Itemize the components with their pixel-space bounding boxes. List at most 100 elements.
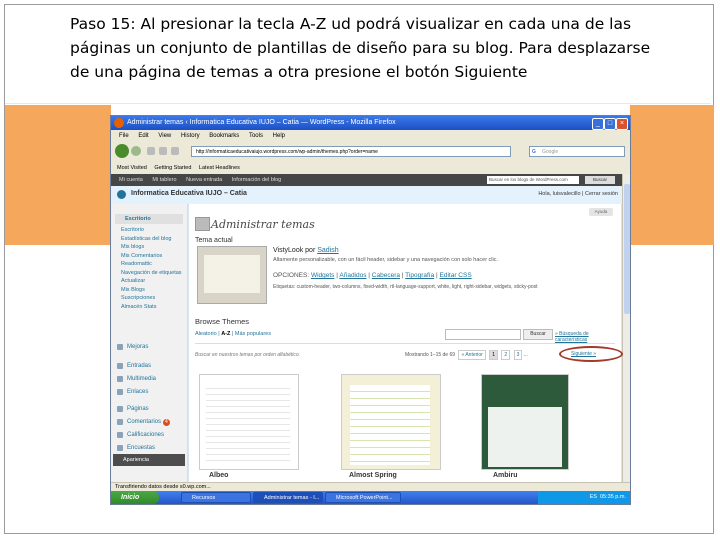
theme-options: OPCIONES: Widgets | Añadidos | Cabecera … bbox=[273, 272, 472, 279]
theme-name-albeo[interactable]: Albeo bbox=[209, 472, 228, 479]
page-2[interactable]: 2 bbox=[501, 350, 511, 360]
menu-bookmarks[interactable]: Bookmarks bbox=[209, 133, 239, 139]
theme-name-almost-spring[interactable]: Almost Spring bbox=[349, 472, 397, 479]
scrollbar-thumb[interactable] bbox=[624, 184, 630, 314]
tab-a-z[interactable]: A-Z bbox=[221, 331, 230, 337]
divider bbox=[195, 343, 615, 344]
sidebar-subitem[interactable]: Escritorio bbox=[121, 226, 183, 235]
browse-themes-heading: Browse Themes bbox=[195, 317, 250, 326]
feature-search-link[interactable]: » Búsqueda de características bbox=[555, 331, 621, 343]
previous-button[interactable]: « Anterior bbox=[458, 350, 486, 360]
page-1[interactable]: 1 bbox=[489, 350, 499, 360]
page-title: Administrar temas bbox=[211, 218, 315, 231]
address-bar[interactable]: http://informaticaeducativaiujo.wordpres… bbox=[191, 146, 511, 157]
sidebar-subitem[interactable]: Almacén Stats bbox=[121, 303, 183, 312]
stop-icon[interactable] bbox=[159, 147, 167, 155]
theme-thumbnail-almost-spring[interactable] bbox=[341, 374, 441, 470]
user-greeting[interactable]: Hola, luisvalecillo | Cerrar sesión bbox=[538, 191, 618, 197]
sidebar-item-appearance[interactable]: Apariencia bbox=[113, 454, 185, 466]
option-edit-css-link[interactable]: Editar CSS bbox=[440, 272, 472, 279]
sidebar-item-entradas[interactable]: Entradas bbox=[115, 361, 183, 371]
start-button[interactable]: Inicio bbox=[111, 491, 159, 504]
wp-header: Informatica Educativa IUJO – Catia Hola,… bbox=[111, 186, 622, 205]
sidebar-item-paginas[interactable]: Páginas bbox=[115, 404, 183, 414]
sidebar-subitem[interactable]: Mis Blogs bbox=[121, 286, 183, 295]
wp-search-button[interactable]: Buscar bbox=[585, 176, 615, 184]
option-header-link[interactable]: Cabecera bbox=[372, 272, 400, 279]
taskbar-item-recursos[interactable]: Recursos bbox=[181, 492, 251, 503]
bookmark-latest-headlines[interactable]: Latest Headlines bbox=[199, 165, 240, 171]
menu-tools[interactable]: Tools bbox=[249, 133, 263, 139]
comment-count-badge: 4 bbox=[163, 419, 170, 426]
taskbar-item-firefox[interactable]: Administrar temas - I... bbox=[253, 492, 323, 503]
tab-most-popular[interactable]: Más populares bbox=[235, 331, 271, 337]
wpbar-my-dashboard[interactable]: Mi tablero bbox=[152, 177, 176, 183]
wp-search-input[interactable]: Buscar en los blogs de WordPress.com bbox=[487, 176, 579, 184]
taskbar: Inicio Recursos Administrar temas - I...… bbox=[111, 491, 630, 504]
wpbar-new-post[interactable]: Nueva entrada bbox=[186, 177, 222, 183]
sidebar-subitem[interactable]: Readomattic bbox=[121, 260, 183, 269]
minimize-button[interactable]: _ bbox=[592, 118, 604, 130]
sidebar-item-calificaciones[interactable]: Calificaciones bbox=[115, 430, 183, 440]
scrollbar[interactable] bbox=[622, 174, 630, 482]
wordpress-admin-bar: Mi cuenta Mi tablero Nueva entrada Infor… bbox=[111, 174, 622, 186]
wpbar-my-account[interactable]: Mi cuenta bbox=[119, 177, 143, 183]
home-icon[interactable] bbox=[171, 147, 179, 155]
navigation-toolbar: http://informaticaeducativaiujo.wordpres… bbox=[111, 142, 630, 163]
menu-history[interactable]: History bbox=[181, 133, 200, 139]
decorative-band-right bbox=[630, 105, 714, 245]
pagination: Mostrando 1–15 de 69 « Anterior 1 2 3 ..… bbox=[405, 350, 528, 360]
option-widgets-link[interactable]: Widgets bbox=[311, 272, 334, 279]
theme-thumbnail-albeo[interactable] bbox=[199, 374, 299, 470]
sidebar-subitem[interactable]: Actualizar bbox=[121, 277, 183, 286]
sidebar-item-dashboard[interactable]: Escritorio bbox=[115, 214, 183, 224]
theme-name-ambiru[interactable]: Ambiru bbox=[493, 472, 518, 479]
sidebar-item-mejoras[interactable]: Mejoras bbox=[115, 342, 183, 352]
theme-thumbnail-ambiru[interactable] bbox=[481, 374, 569, 470]
theme-search-button[interactable]: Buscar bbox=[523, 329, 553, 340]
help-button[interactable]: Ayuda bbox=[589, 208, 613, 216]
menu-file[interactable]: File bbox=[119, 133, 129, 139]
sidebar-subitem[interactable]: Navegación de etiquetas bbox=[121, 269, 183, 278]
sidebar-subitem[interactable]: Mis blogs bbox=[121, 243, 183, 252]
taskbar-item-powerpoint[interactable]: Microsoft PowerPoint... bbox=[325, 492, 401, 503]
theme-author-link[interactable]: Sadish bbox=[317, 247, 338, 254]
clock: 05:35 p.m. bbox=[600, 494, 626, 500]
close-button[interactable]: × bbox=[616, 118, 628, 130]
sidebar-subitem[interactable]: Suscripciones bbox=[121, 294, 183, 303]
menu-bar: File Edit View History Bookmarks Tools H… bbox=[111, 130, 630, 142]
page-3[interactable]: 3 bbox=[513, 350, 523, 360]
sidebar-item-comentarios[interactable]: Comentarios 4 bbox=[115, 417, 183, 427]
sidebar-subitem[interactable]: Estadísticas del blog bbox=[121, 235, 183, 244]
language-indicator[interactable]: ES bbox=[590, 494, 597, 500]
sidebar-subitem[interactable]: Mis Comentarios bbox=[121, 252, 183, 261]
forward-icon[interactable] bbox=[131, 146, 141, 156]
option-typography-link[interactable]: Tipografía bbox=[405, 272, 434, 279]
bookmark-most-visited[interactable]: Most Visited bbox=[117, 165, 147, 171]
maximize-button[interactable]: □ bbox=[604, 118, 616, 130]
reload-icon[interactable] bbox=[147, 147, 155, 155]
search-input[interactable]: Google bbox=[529, 146, 625, 158]
next-button[interactable]: Siguiente » bbox=[571, 351, 596, 357]
blog-name[interactable]: Informatica Educativa IUJO – Catia bbox=[131, 190, 247, 197]
current-theme-heading: Tema actual bbox=[195, 237, 233, 244]
themes-page-icon bbox=[195, 217, 210, 231]
window-titlebar: Administrar temas ‹ Informatica Educativ… bbox=[111, 116, 630, 130]
menu-help[interactable]: Help bbox=[273, 133, 285, 139]
menu-edit[interactable]: Edit bbox=[138, 133, 148, 139]
sidebar-item-encuestas[interactable]: Encuestas bbox=[115, 443, 183, 453]
current-theme-description: Altamente personalizable, con un fácil h… bbox=[273, 257, 499, 263]
wpbar-blog-info[interactable]: Información del blog bbox=[232, 177, 282, 183]
back-icon[interactable] bbox=[115, 144, 129, 158]
sidebar-item-enlaces[interactable]: Enlaces bbox=[115, 387, 183, 397]
window-title: Administrar temas ‹ Informatica Educativ… bbox=[127, 119, 396, 126]
current-theme-thumbnail bbox=[197, 246, 267, 304]
wordpress-logo-icon bbox=[117, 190, 126, 199]
tab-random[interactable]: Aleatorio bbox=[195, 331, 217, 337]
theme-search-input[interactable] bbox=[445, 329, 521, 340]
menu-view[interactable]: View bbox=[158, 133, 171, 139]
bookmark-getting-started[interactable]: Getting Started bbox=[154, 165, 191, 171]
sidebar-item-multimedia[interactable]: Multimedia bbox=[115, 374, 183, 384]
option-addons-link[interactable]: Añadidos bbox=[339, 272, 366, 279]
page-ellipsis: ... bbox=[523, 352, 528, 358]
